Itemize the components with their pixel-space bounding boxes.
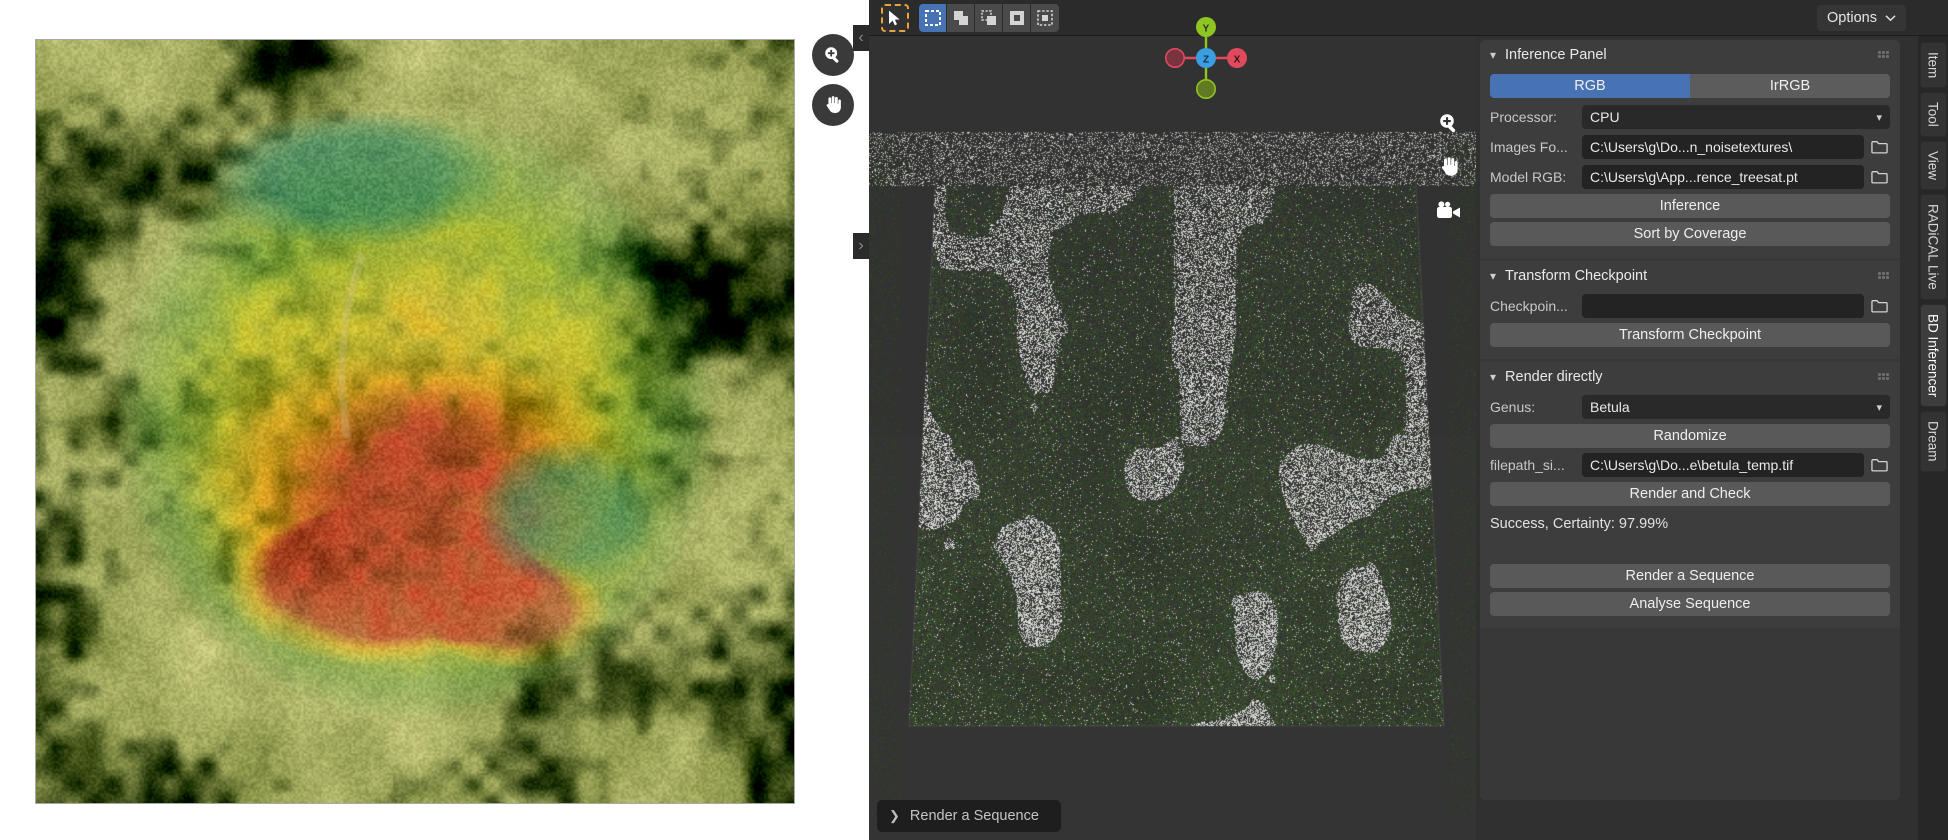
tab-bd-inferencer[interactable]: BD Inferencer	[1919, 303, 1947, 408]
genus-label: Genus:	[1490, 399, 1536, 415]
svg-text:Z: Z	[1203, 55, 1209, 66]
render-directly-panel: ▾ Render directly Genus: Betula ▾ Random…	[1480, 362, 1900, 628]
select-invert-icon[interactable]	[1031, 3, 1059, 32]
analyse-sequence-button[interactable]: Analyse Sequence	[1490, 592, 1890, 616]
drag-grip-icon[interactable]	[1878, 51, 1890, 59]
chevron-right-icon: ❯	[889, 808, 900, 823]
processor-label: Processor:	[1490, 109, 1557, 125]
options-bar: Options	[1476, 0, 1948, 36]
heatmap-canvas[interactable]	[36, 40, 794, 803]
tab-radical-live[interactable]: RADiCAL Live	[1919, 194, 1947, 300]
chevron-down-icon: ▾	[1876, 401, 1882, 414]
properties-panel: ▾ Inference Panel RGB IrRGB Processor: C	[1480, 40, 1900, 800]
3d-viewport[interactable]	[869, 36, 1476, 840]
select-intersect-icon[interactable]	[1003, 3, 1031, 32]
filepath-single-value: C:\Users\g\Do...e\betula_temp.tif	[1590, 457, 1794, 473]
transform-checkpoint-button[interactable]: Transform Checkpoint	[1490, 323, 1890, 347]
options-button[interactable]: Options	[1817, 4, 1906, 31]
model-rgb-input[interactable]: C:\Users\g\App...rence_treesat.pt	[1582, 165, 1864, 189]
model-rgb-label: Model RGB:	[1490, 169, 1567, 185]
tab-item[interactable]: Item	[1919, 42, 1947, 89]
chevron-down-icon: ▾	[1490, 48, 1497, 62]
render-directly-header[interactable]: ▾ Render directly	[1480, 362, 1900, 392]
image-preview-pane: ‹ ›	[0, 0, 869, 840]
certainty-status: Success, Certainty: 97.99%	[1490, 516, 1669, 532]
viewport-tool-strip	[1436, 110, 1462, 224]
filepath-single-label: filepath_si...	[1490, 457, 1565, 473]
processor-select[interactable]: CPU ▾	[1582, 105, 1890, 129]
camera-icon[interactable]	[1436, 198, 1462, 224]
images-folder-label: Images Fo...	[1490, 139, 1568, 155]
filepath-single-input[interactable]: C:\Users\g\Do...e\betula_temp.tif	[1582, 453, 1864, 477]
genus-row: Genus: Betula ▾	[1490, 394, 1890, 420]
chevron-down-icon	[1885, 14, 1896, 21]
model-rgb-value: C:\Users\g\App...rence_treesat.pt	[1590, 169, 1798, 185]
chevron-down-icon: ▾	[1490, 269, 1497, 283]
images-folder-row: Images Fo... C:\Users\g\Do...n_noisetext…	[1490, 134, 1890, 160]
toggle-irgb[interactable]: IrRGB	[1690, 74, 1890, 98]
filepath-single-row: filepath_si... C:\Users\g\Do...e\betula_…	[1490, 452, 1890, 478]
render-and-check-button[interactable]: Render and Check	[1490, 482, 1890, 506]
hand-icon[interactable]	[1436, 154, 1462, 180]
processor-value: CPU	[1590, 109, 1620, 125]
toggle-rgb[interactable]: RGB	[1490, 74, 1690, 98]
genus-select[interactable]: Betula ▾	[1582, 395, 1890, 419]
folder-icon[interactable]	[1868, 294, 1890, 318]
transform-checkpoint-panel: ▾ Transform Checkpoint Checkpoin... Tran…	[1480, 261, 1900, 359]
magnifier-plus-icon[interactable]	[1436, 110, 1462, 136]
render-a-sequence-button[interactable]: Render a Sequence	[1490, 564, 1890, 588]
heatmap-image[interactable]	[35, 39, 795, 804]
svg-text:X: X	[1234, 55, 1241, 66]
options-label: Options	[1827, 9, 1877, 26]
select-extend-icon[interactable]	[947, 3, 975, 32]
drag-grip-icon[interactable]	[1878, 272, 1890, 280]
image-mode-toggle[interactable]: RGB IrRGB	[1490, 74, 1890, 98]
cursor-arrow-icon[interactable]	[881, 3, 909, 32]
drag-grip-icon[interactable]	[1878, 373, 1890, 381]
images-folder-input[interactable]: C:\Users\g\Do...n_noisetextures\	[1582, 135, 1864, 159]
svg-text:Y: Y	[1203, 24, 1210, 35]
tab-dream[interactable]: Dream	[1919, 411, 1947, 472]
checkpoint-label: Checkpoin...	[1490, 298, 1568, 314]
select-new-icon[interactable]	[919, 3, 947, 32]
folder-icon[interactable]	[1868, 135, 1890, 159]
randomize-button[interactable]: Randomize	[1490, 424, 1890, 448]
checkpoint-input[interactable]	[1582, 294, 1864, 318]
tab-view[interactable]: View	[1919, 141, 1947, 191]
axis-gizmo[interactable]: Y X Z	[1156, 8, 1256, 108]
genus-value: Betula	[1590, 399, 1630, 415]
sort-by-coverage-button[interactable]: Sort by Coverage	[1490, 222, 1890, 246]
folder-icon[interactable]	[1868, 165, 1890, 189]
folder-icon[interactable]	[1868, 453, 1890, 477]
pointcloud-canvas[interactable]	[869, 36, 1476, 840]
images-folder-value: C:\Users\g\Do...n_noisetextures\	[1590, 139, 1793, 155]
chevron-right-icon[interactable]: ›	[853, 233, 869, 259]
status-bar-label: Render a Sequence	[909, 808, 1039, 824]
hand-icon[interactable]	[812, 84, 854, 126]
selection-mode-group[interactable]	[919, 3, 1059, 32]
viewport-column: Y X Z ❯ Render a Sequence	[869, 0, 1476, 840]
vertical-tab-strip: Item Tool View RADiCAL Live BD Inference…	[1918, 36, 1948, 840]
inference-panel-title: Inference Panel	[1505, 47, 1607, 63]
model-rgb-row: Model RGB: C:\Users\g\App...rence_treesa…	[1490, 164, 1890, 190]
inference-button[interactable]: Inference	[1490, 194, 1890, 218]
chevron-down-icon: ▾	[1876, 111, 1882, 124]
inference-panel: ▾ Inference Panel RGB IrRGB Processor: C	[1480, 40, 1900, 258]
processor-row: Processor: CPU ▾	[1490, 104, 1890, 130]
tab-tool[interactable]: Tool	[1919, 92, 1947, 138]
select-subtract-icon[interactable]	[975, 3, 1003, 32]
render-directly-title: Render directly	[1505, 369, 1603, 385]
magnifier-plus-icon[interactable]	[812, 34, 854, 76]
transform-checkpoint-header[interactable]: ▾ Transform Checkpoint	[1480, 261, 1900, 291]
chevron-left-icon[interactable]: ‹	[853, 25, 869, 51]
inference-panel-header[interactable]: ▾ Inference Panel	[1480, 40, 1900, 70]
transform-checkpoint-title: Transform Checkpoint	[1505, 268, 1648, 284]
status-bar-render-sequence[interactable]: ❯ Render a Sequence	[877, 800, 1061, 832]
chevron-down-icon: ▾	[1490, 370, 1497, 384]
checkpoint-row: Checkpoin...	[1490, 293, 1890, 319]
properties-column: Options ▾ Inference Panel RGB IrRGB Proc…	[1476, 0, 1948, 840]
